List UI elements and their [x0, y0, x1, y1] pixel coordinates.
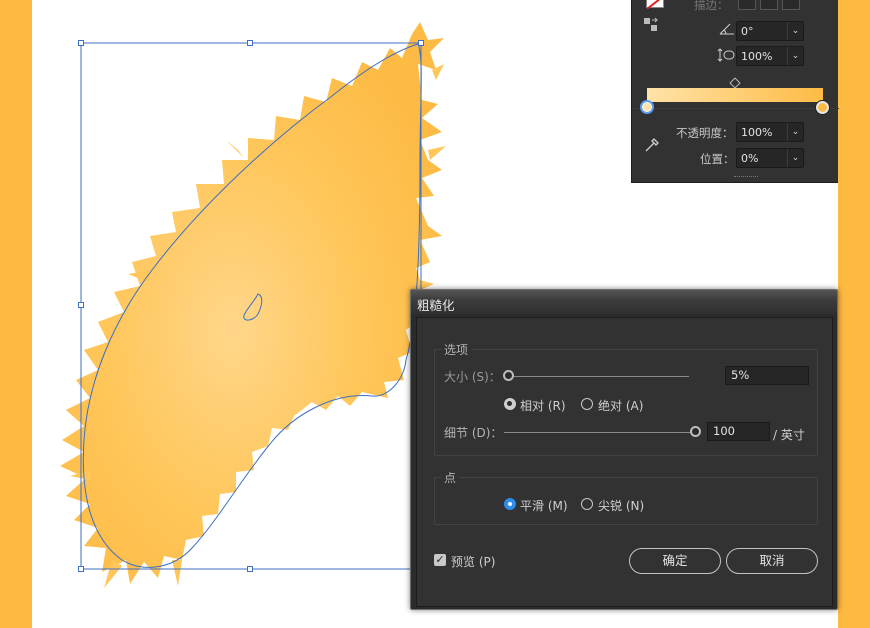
chevron-down-icon[interactable]: ⌄ [787, 47, 803, 65]
aspect-ratio-icon [716, 47, 736, 63]
roughen-dialog: 粗糙化 选项 大小 (S)： 5% 相对 (R) 绝对 (A) 细节 (D)： … [410, 289, 838, 610]
preview-label[interactable]: 预览 (P) [451, 553, 495, 570]
preview-checkbox[interactable]: ✓ [434, 554, 446, 566]
size-label: 大小 (S)： [444, 370, 501, 384]
absolute-label[interactable]: 绝对 (A) [598, 397, 643, 414]
options-group-label: 选项 [441, 341, 472, 358]
ok-button[interactable]: 确定 [629, 548, 721, 574]
opacity-field[interactable]: 100% ⌄ [736, 122, 804, 142]
chevron-down-icon[interactable]: ⌄ [787, 149, 803, 167]
stroke-swatch-icon[interactable] [646, 0, 664, 10]
chevron-down-icon[interactable]: ⌄ [787, 123, 803, 141]
gradient-stop-start[interactable] [640, 100, 654, 114]
relative-label[interactable]: 相对 (R) [520, 397, 566, 414]
corner-radio[interactable] [581, 498, 593, 510]
aspect-ratio-field[interactable]: 100% ⌄ [736, 46, 804, 66]
midpoint-diamond-icon[interactable] [729, 77, 741, 89]
opacity-label: 不透明度： [676, 126, 734, 140]
chevron-down-icon[interactable]: ⌄ [787, 22, 803, 40]
size-slider-knob[interactable] [503, 370, 514, 381]
angle-icon [718, 22, 736, 36]
detail-field[interactable]: 100 [707, 422, 770, 441]
detail-slider-track[interactable] [504, 432, 696, 433]
right-orange-border [838, 0, 870, 628]
angle-field[interactable]: 0° ⌄ [736, 21, 804, 41]
gradient-stop-end[interactable] [816, 101, 829, 114]
relative-radio[interactable] [504, 398, 516, 410]
smooth-label[interactable]: 平滑 (M) [520, 497, 568, 514]
stroke-outside-icon[interactable] [782, 0, 800, 10]
stroke-inside-icon[interactable] [738, 0, 756, 10]
location-field[interactable]: 0% ⌄ [736, 148, 804, 168]
left-orange-border [0, 0, 32, 628]
corner-label[interactable]: 尖锐 (N) [598, 497, 644, 514]
panel-resize-grip[interactable] [734, 176, 758, 179]
detail-slider-knob[interactable] [690, 426, 701, 437]
location-label: 位置： [700, 152, 735, 166]
stroke-center-icon[interactable] [760, 0, 778, 10]
eyedropper-icon[interactable] [642, 135, 662, 155]
cancel-button[interactable]: 取消 [726, 548, 818, 574]
stroke-align-buttons[interactable] [738, 0, 804, 12]
absolute-radio[interactable] [581, 398, 593, 410]
smooth-radio[interactable] [504, 498, 516, 510]
dialog-title[interactable]: 粗糙化 [411, 290, 837, 314]
detail-label: 细节 (D)： [444, 426, 503, 440]
detail-unit: / 英寸 [773, 428, 805, 442]
size-slider-track[interactable] [509, 376, 689, 377]
dialog-body: 选项 大小 (S)： 5% 相对 (R) 绝对 (A) 细节 (D)： 100 … [416, 317, 833, 607]
gradient-slider-bar[interactable] [647, 88, 823, 102]
size-field[interactable]: 5% [725, 366, 809, 385]
reverse-gradient-icon[interactable] [643, 17, 659, 33]
points-group-label: 点 [441, 469, 460, 486]
stroke-label: 描边： [694, 0, 729, 12]
